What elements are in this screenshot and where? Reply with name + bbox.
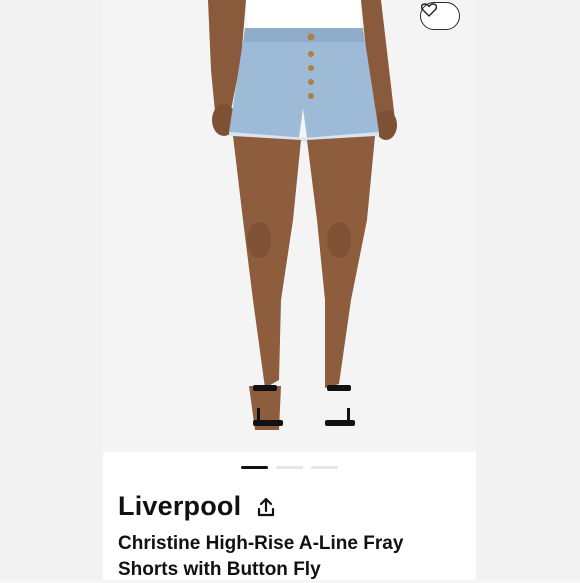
brand-row: Liverpool (118, 491, 277, 522)
pagination-dot[interactable] (311, 466, 338, 469)
product-photo-illustration (208, 0, 397, 430)
brand-name[interactable]: Liverpool (118, 491, 241, 522)
heart-icon (421, 3, 437, 17)
favorite-button[interactable] (420, 2, 460, 30)
pagination-dot[interactable] (276, 466, 303, 469)
right-background (476, 0, 580, 580)
pagination-dot-active[interactable] (241, 466, 268, 469)
share-icon (258, 497, 275, 516)
product-image[interactable] (103, 0, 476, 452)
product-title: Christine High-Rise A-Line Fray Shorts w… (118, 533, 404, 580)
left-background (0, 0, 103, 580)
share-button[interactable] (257, 496, 277, 518)
image-pagination (103, 466, 476, 474)
product-card: Liverpool Christine High-Rise A-Line Fra… (103, 0, 476, 580)
